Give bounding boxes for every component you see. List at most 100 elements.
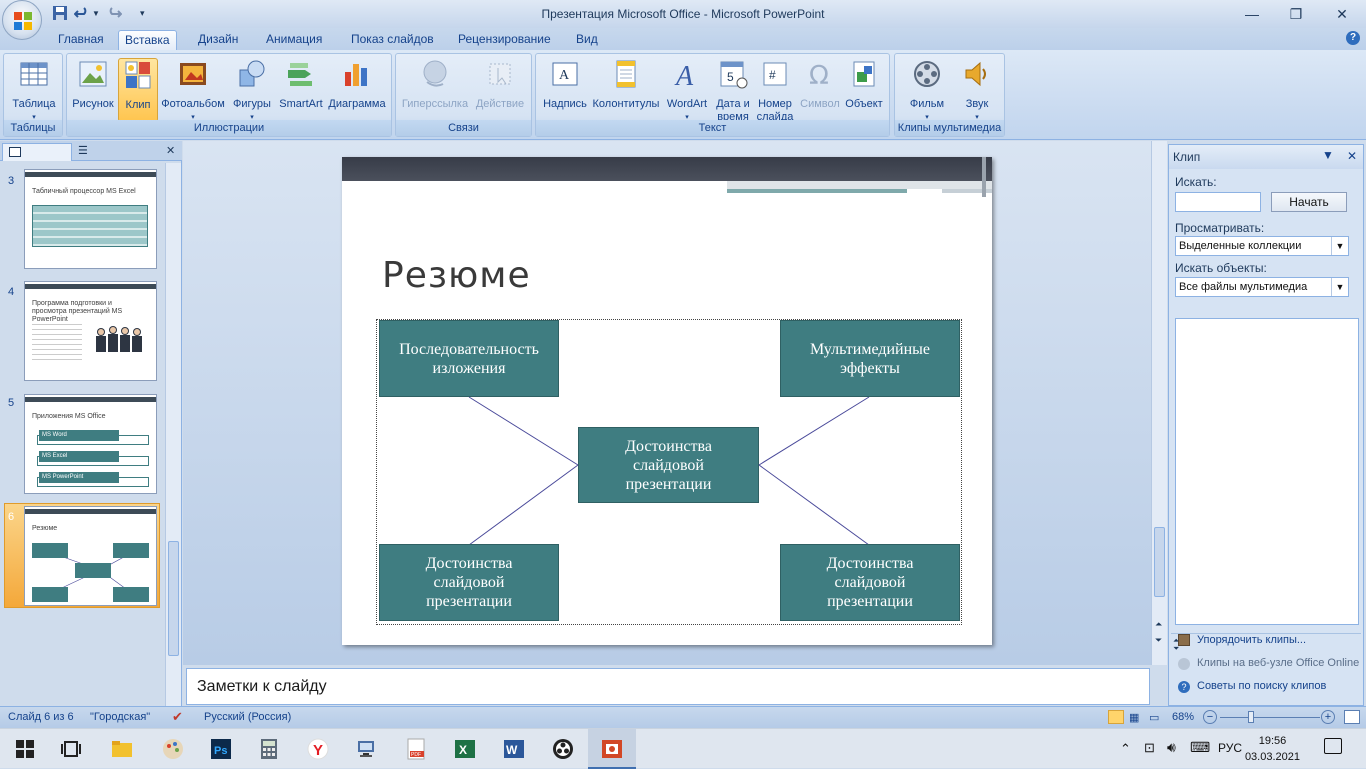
tab-design[interactable]: Дизайн xyxy=(192,30,244,50)
svg-text:W: W xyxy=(506,743,518,757)
tray-keyboard-icon[interactable]: ⌨ xyxy=(1190,739,1210,756)
close-panel-icon[interactable]: ✕ xyxy=(166,144,175,157)
zoom-slider-track[interactable] xyxy=(1220,717,1320,718)
zoom-in-icon[interactable]: + xyxy=(1321,710,1335,724)
notes-pane[interactable]: Заметки к слайду xyxy=(186,668,1150,705)
windows-start-icon[interactable] xyxy=(13,737,37,761)
tray-volume-icon[interactable]: 🔊︎ xyxy=(1167,739,1176,756)
tab-review[interactable]: Рецензирование xyxy=(452,30,557,50)
browse-select[interactable]: Выделенные коллекции ▼ xyxy=(1175,236,1349,256)
photoshop-icon[interactable]: Ps xyxy=(209,737,233,761)
tab-insert[interactable]: Вставка xyxy=(118,30,177,50)
yandex-browser-icon[interactable]: Y xyxy=(306,737,330,761)
window-title: Презентация Microsoft Office - Microsoft… xyxy=(541,7,825,21)
diagram-box-bottom-right[interactable]: Достоинства слайдовой презентации xyxy=(780,544,960,621)
textbox-button[interactable]: A Надпись xyxy=(539,58,591,111)
slide-thumbnail-6[interactable]: Резюме xyxy=(24,506,157,606)
outline-tab-icon[interactable]: ☰ xyxy=(78,144,88,157)
notifications-icon[interactable] xyxy=(1324,738,1342,754)
close-button[interactable]: ✕ xyxy=(1322,4,1362,24)
slide-thumbnail-4[interactable]: Программа подготовки и просмотра презент… xyxy=(24,281,157,381)
object-button[interactable]: Объект xyxy=(842,58,886,111)
group-tables: Таблица ▾ Таблицы xyxy=(3,53,63,137)
calculator-icon[interactable] xyxy=(257,737,281,761)
tray-chevron-up-icon[interactable]: ⌃ xyxy=(1120,741,1131,757)
office-online-link[interactable]: Клипы на веб-узле Office Online xyxy=(1197,657,1359,669)
scroll-thumb[interactable] xyxy=(168,541,179,656)
chart-button[interactable]: Диаграмма xyxy=(325,58,389,111)
excel-icon[interactable]: X xyxy=(453,737,477,761)
datetime-button[interactable]: 5 Дата и время xyxy=(713,58,753,124)
slide-number-label-1: Номер xyxy=(758,98,792,110)
tray-network-icon[interactable]: ⊡ xyxy=(1144,740,1155,756)
diagram-box-top-left[interactable]: Последовательность изложения xyxy=(379,320,559,397)
task-pane-close-icon[interactable]: ✕ xyxy=(1347,149,1357,163)
maximize-button[interactable]: ❐ xyxy=(1276,4,1316,24)
slide-canvas[interactable]: Резюме Последовательность изложения Муль… xyxy=(342,157,992,645)
search-tips-link[interactable]: Советы по поиску клипов xyxy=(1197,680,1326,692)
search-input[interactable] xyxy=(1175,192,1261,212)
tab-animation[interactable]: Анимация xyxy=(260,30,328,50)
task-pane-menu-icon[interactable]: ▼ xyxy=(1322,148,1334,162)
language-indicator[interactable]: Русский (Россия) xyxy=(204,711,291,723)
header-footer-button[interactable]: Колонтитулы xyxy=(591,58,661,111)
organize-clips-link[interactable]: Упорядочить клипы... xyxy=(1197,634,1306,646)
svg-text:Ps: Ps xyxy=(214,745,227,757)
tab-slides[interactable] xyxy=(2,143,72,161)
zoom-slider-thumb[interactable] xyxy=(1248,711,1254,723)
clip-button[interactable]: Клип xyxy=(118,58,158,122)
tab-home[interactable]: Главная xyxy=(52,30,110,50)
fit-to-window-icon[interactable] xyxy=(1344,710,1360,724)
slide-thumbnail-5[interactable]: Приложения MS Office MS Word MS Excel MS… xyxy=(24,394,157,494)
ribbon-tabs: Главная Вставка Дизайн Анимация Показ сл… xyxy=(0,28,1366,50)
powerpoint-icon[interactable] xyxy=(600,737,624,761)
zoom-out-icon[interactable]: − xyxy=(1203,710,1217,724)
paint-icon[interactable] xyxy=(161,737,185,761)
tray-language[interactable]: РУС xyxy=(1218,741,1242,755)
help-icon[interactable]: ? xyxy=(1346,31,1360,45)
slide-thumbnail-3[interactable]: Табличный процессор MS Excel xyxy=(24,169,157,269)
smartart-button[interactable]: SmartArt xyxy=(275,58,327,111)
obs-icon[interactable] xyxy=(551,737,575,761)
thumb-header-bar xyxy=(25,397,156,402)
tray-clock[interactable]: 19:56 03.03.2021 xyxy=(1245,733,1300,765)
slide-scrollbar[interactable]: ⏶ ⏷ xyxy=(1151,141,1167,665)
wordart-button[interactable]: A WordArt ▾ xyxy=(663,58,711,124)
hyperlink-button[interactable]: Гиперссылка xyxy=(400,58,470,111)
group-text-label: Текст xyxy=(536,120,889,136)
spellcheck-icon[interactable]: ✔ xyxy=(172,709,183,725)
diagram-box-top-right[interactable]: Мультимедийные эффекты xyxy=(780,320,960,397)
objects-select[interactable]: Все файлы мультимедиа ▼ xyxy=(1175,277,1349,297)
movie-button[interactable]: Фильм ▾ xyxy=(901,58,953,124)
next-slide-icon[interactable]: ⏷ xyxy=(1155,635,1162,646)
minimize-button[interactable]: — xyxy=(1232,4,1272,24)
action-button[interactable]: Действие xyxy=(472,58,528,111)
task-view-icon[interactable] xyxy=(59,737,83,761)
results-list[interactable] xyxy=(1175,318,1359,625)
file-explorer-icon[interactable] xyxy=(110,737,134,761)
pdf-editor-icon[interactable]: PDF xyxy=(404,737,428,761)
thumb-number: 4 xyxy=(8,286,15,298)
picture-button[interactable]: Рисунок xyxy=(69,58,117,111)
diagram-box-bottom-left[interactable]: Достоинства слайдовой презентации xyxy=(379,544,559,621)
normal-view-icon[interactable] xyxy=(1108,710,1124,724)
prev-slide-icon[interactable]: ⏶ xyxy=(1155,619,1162,630)
sound-button[interactable]: Звук ▾ xyxy=(953,58,1001,124)
slides-panel-scrollbar[interactable] xyxy=(165,163,181,706)
search-start-button[interactable]: Начать xyxy=(1271,192,1347,212)
tab-view[interactable]: Вид xyxy=(570,30,604,50)
slide-number-button[interactable]: # Номер слайда xyxy=(754,58,796,124)
symbol-button[interactable]: Ω Символ xyxy=(798,58,842,111)
slide-sorter-icon[interactable]: ▦ xyxy=(1129,711,1139,724)
zoom-level[interactable]: 68% xyxy=(1172,711,1194,723)
diagram-box-center[interactable]: Достоинства слайдовой презентации xyxy=(578,427,759,503)
shapes-button[interactable]: Фигуры ▾ xyxy=(229,58,275,124)
tab-slideshow[interactable]: Показ слайдов xyxy=(345,30,440,50)
slideshow-view-icon[interactable]: ▭ xyxy=(1149,711,1159,724)
word-icon[interactable]: W xyxy=(502,737,526,761)
photoalbum-button[interactable]: Фотоальбом ▾ xyxy=(159,58,227,124)
office-button[interactable] xyxy=(2,0,42,40)
scroll-thumb[interactable] xyxy=(1154,527,1165,597)
table-button[interactable]: Таблица ▾ xyxy=(8,58,60,124)
network-computer-icon[interactable] xyxy=(355,737,379,761)
